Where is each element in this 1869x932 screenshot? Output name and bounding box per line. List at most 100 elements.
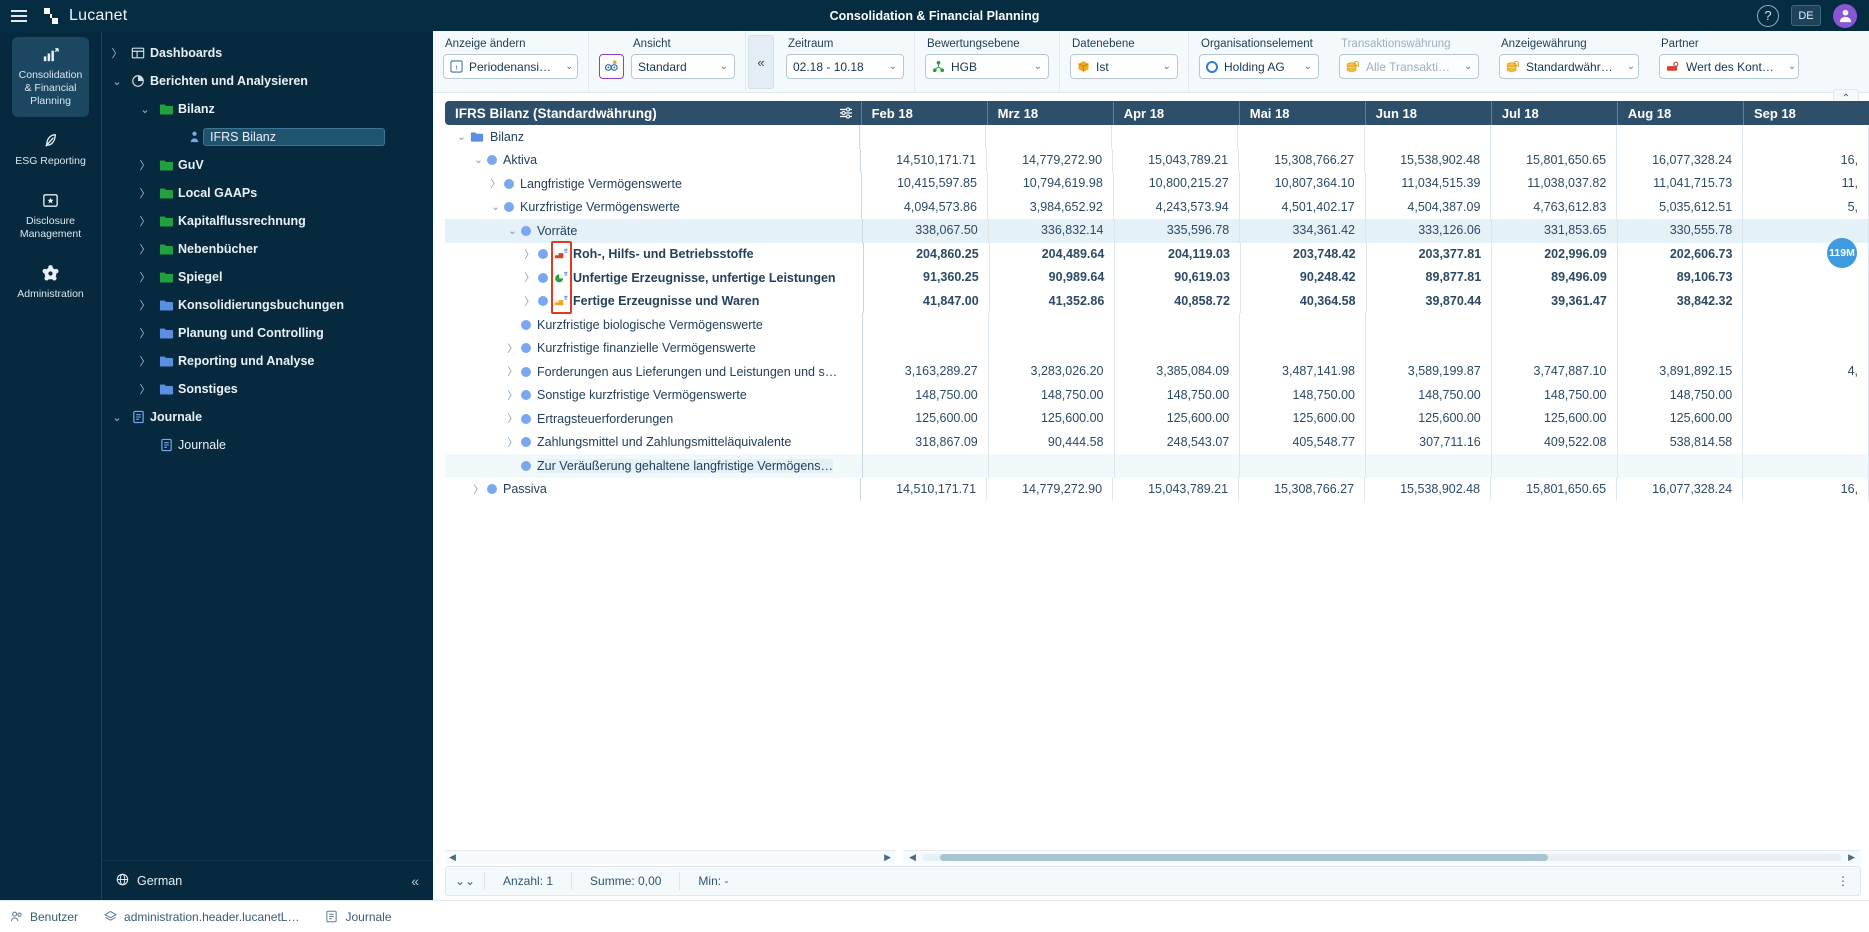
chevron-right-icon[interactable]: 〉 [136, 269, 154, 285]
grid-row-tree-cell[interactable]: 〉 Sonstige kurzfristige Vermögenswerte [445, 383, 864, 407]
grid-cell[interactable]: 202,996.09 [1492, 242, 1618, 266]
chevron-down-icon[interactable]: ⌄ [487, 201, 504, 213]
grid-row[interactable]: ⌄ Bilanz [445, 125, 1869, 149]
grid-cell[interactable]: 4, [1743, 360, 1869, 384]
grid-cell[interactable]: 15,043,789.21 [1113, 148, 1240, 172]
nav-item-dashboards[interactable]: 〉 Dashboards [102, 39, 433, 67]
grid-row-tree-cell[interactable]: ⌄ Aktiva [445, 148, 862, 172]
scroll-right-icon[interactable]: ▶ [884, 852, 891, 863]
grid-cell[interactable] [1743, 383, 1869, 407]
grid-row-tree-cell[interactable]: 〉 Ertragsteuerforderungen [445, 407, 864, 431]
grid-cell[interactable]: 14,510,171.71 [861, 148, 988, 172]
grid-cell[interactable]: 14,779,272.90 [987, 477, 1114, 501]
grid-column-header[interactable]: Sep 18 [1742, 101, 1869, 125]
grid-cell[interactable]: 331,853.65 [1492, 219, 1618, 243]
nav-item-ifrs-bilanz[interactable]: IFRS Bilanz [102, 123, 433, 151]
grid-cell[interactable]: 538,814.58 [1618, 430, 1744, 454]
chevron-right-icon[interactable]: 〉 [504, 364, 521, 379]
grid-cell[interactable] [1492, 313, 1618, 337]
hamburger-menu-icon[interactable] [0, 14, 38, 17]
grid-cell[interactable]: 204,489.64 [990, 242, 1116, 266]
grid-row[interactable]: Zur Veräußerung gehaltene langfristige V… [445, 454, 1869, 478]
grid-row[interactable]: 〉 Fertige Erzeugnisse und Waren 41,847.00 4… [445, 289, 1869, 313]
chevron-right-icon[interactable]: 〉 [136, 185, 154, 201]
grid-cell[interactable]: 125,600.00 [989, 407, 1115, 431]
grid-cell[interactable]: 16, [1743, 477, 1869, 501]
grid-row-tree-cell[interactable]: ⌄ Bilanz [445, 125, 861, 149]
grid-cell[interactable]: 5, [1743, 195, 1869, 219]
rail-item-consolidation[interactable]: Consolidation & Financial Planning [12, 37, 89, 117]
grid-cell[interactable]: 148,750.00 [863, 383, 989, 407]
grid-cell[interactable] [1743, 313, 1869, 337]
grid-cell[interactable]: 3,385,084.09 [1115, 360, 1241, 384]
grid-cell[interactable] [863, 454, 989, 478]
grid-cell[interactable] [1366, 336, 1492, 360]
nav-item-journale-group[interactable]: ⌄ Journale [102, 403, 433, 431]
grid-cell[interactable] [1492, 336, 1618, 360]
grid-row[interactable]: 〉 Ertragsteuerforderungen 125,600.00 125,60… [445, 407, 1869, 431]
chevron-right-icon[interactable]: 〉 [504, 435, 521, 450]
grid-cell[interactable] [1743, 454, 1869, 478]
grid-cell[interactable]: 4,243,573.94 [1114, 195, 1240, 219]
grid-column-header[interactable]: Jun 18 [1364, 101, 1491, 125]
nav-item-sonstiges[interactable]: 〉 Sonstiges [102, 375, 433, 403]
bottom-item-journale[interactable]: Journale [325, 910, 392, 924]
rail-item-disclosure-management[interactable]: Disclosure Management [12, 183, 89, 250]
grid-cell[interactable] [989, 313, 1115, 337]
grid-cell[interactable]: 3,747,887.10 [1492, 360, 1618, 384]
grid-row-tree-cell[interactable]: ⌄ Vorräte [445, 219, 864, 243]
grid-row[interactable]: ⌄ Kurzfristige Vermögenswerte 4,094,573.86… [445, 195, 1869, 219]
grid-row-tree-cell[interactable]: 〉 Passiva [445, 477, 862, 501]
grid-cell[interactable] [1238, 125, 1365, 149]
grid-row[interactable]: 〉 Kurzfristige finanzielle Vermögenswerte [445, 336, 1869, 360]
grid-cell[interactable]: 409,522.08 [1492, 430, 1618, 454]
nav-item-nebenbuecher[interactable]: 〉 Nebenbücher [102, 235, 433, 263]
toolbar-collapse-button[interactable]: « [748, 35, 774, 89]
grid-cell[interactable]: 335,596.78 [1115, 219, 1241, 243]
grid-cell[interactable] [1365, 125, 1491, 149]
scroll-left-icon[interactable]: ◀ [449, 852, 456, 863]
grid-cell[interactable]: 89,877.81 [1367, 266, 1493, 290]
grid-cell[interactable]: 202,606.73 [1618, 242, 1744, 266]
grid-cell[interactable]: 16,077,328.24 [1617, 148, 1744, 172]
grid-column-header[interactable]: Jul 18 [1490, 101, 1617, 125]
grid-cell[interactable]: 204,119.03 [1115, 242, 1241, 266]
grid-cell[interactable]: 90,619.03 [1115, 266, 1241, 290]
nav-item-bilanz[interactable]: ⌄ Bilanz [102, 95, 433, 123]
chevron-down-icon[interactable]: ⌄ [136, 103, 154, 116]
grid-cell[interactable]: 11,038,037.82 [1491, 172, 1618, 196]
grid-row[interactable]: 〉 Zahlungsmittel und Zahlungsmitteläquiva… [445, 430, 1869, 454]
grid-cell[interactable]: 16, [1743, 148, 1869, 172]
chevron-right-icon[interactable]: 〉 [470, 482, 487, 497]
anzeigewaehrung-select[interactable]: Standardwähr… ⌄ [1499, 54, 1639, 79]
grid-row[interactable]: ⌄ Aktiva 14,510,171.71 14,779,272.90 15,043,… [445, 148, 1869, 172]
grid-cell[interactable]: 15,043,789.21 [1113, 477, 1240, 501]
grid-cell[interactable]: 38,842.32 [1618, 289, 1744, 313]
nav-item-kapitalflussrechnung[interactable]: 〉 Kapitalflussrechnung [102, 207, 433, 235]
grid-cell[interactable] [1492, 454, 1618, 478]
grid-cell[interactable] [1115, 454, 1241, 478]
grid-cell[interactable] [1240, 313, 1367, 337]
chevron-down-icon[interactable]: ⌄ [470, 154, 487, 166]
nav-item-reporting-und-analyse[interactable]: 〉 Reporting und Analyse [102, 347, 433, 375]
chevron-right-icon[interactable]: 〉 [136, 241, 154, 257]
bottom-item-administration-header[interactable]: administration.header.lucanetL… [104, 910, 299, 924]
grid-cell[interactable]: 125,600.00 [1618, 407, 1744, 431]
grid-cell[interactable] [1743, 219, 1869, 243]
grid-cell[interactable]: 40,858.72 [1115, 289, 1241, 313]
grid-cell[interactable] [1115, 313, 1241, 337]
chevron-down-icon[interactable]: ⌄ [453, 131, 470, 143]
chevron-down-icon[interactable]: ⌄ [108, 75, 126, 88]
grid-cell[interactable]: 3,984,652.92 [988, 195, 1114, 219]
grid-cell[interactable]: 11, [1743, 172, 1869, 196]
nav-item-journale[interactable]: Journale [102, 431, 433, 459]
grid-cell[interactable]: 16,077,328.24 [1617, 477, 1744, 501]
chevron-down-icon[interactable]: ⌄ [504, 225, 521, 237]
grid-cell[interactable]: 148,750.00 [989, 383, 1115, 407]
grid-row-tree-cell[interactable]: 〉 Langfristige Vermögenswerte [445, 172, 863, 196]
grid-cell[interactable] [1618, 454, 1744, 478]
grid-cell[interactable] [986, 125, 1113, 149]
grid-cell[interactable]: 89,106.73 [1618, 266, 1744, 290]
grid-cell[interactable]: 10,415,597.85 [862, 172, 988, 196]
grid-cell[interactable]: 248,543.07 [1115, 430, 1241, 454]
